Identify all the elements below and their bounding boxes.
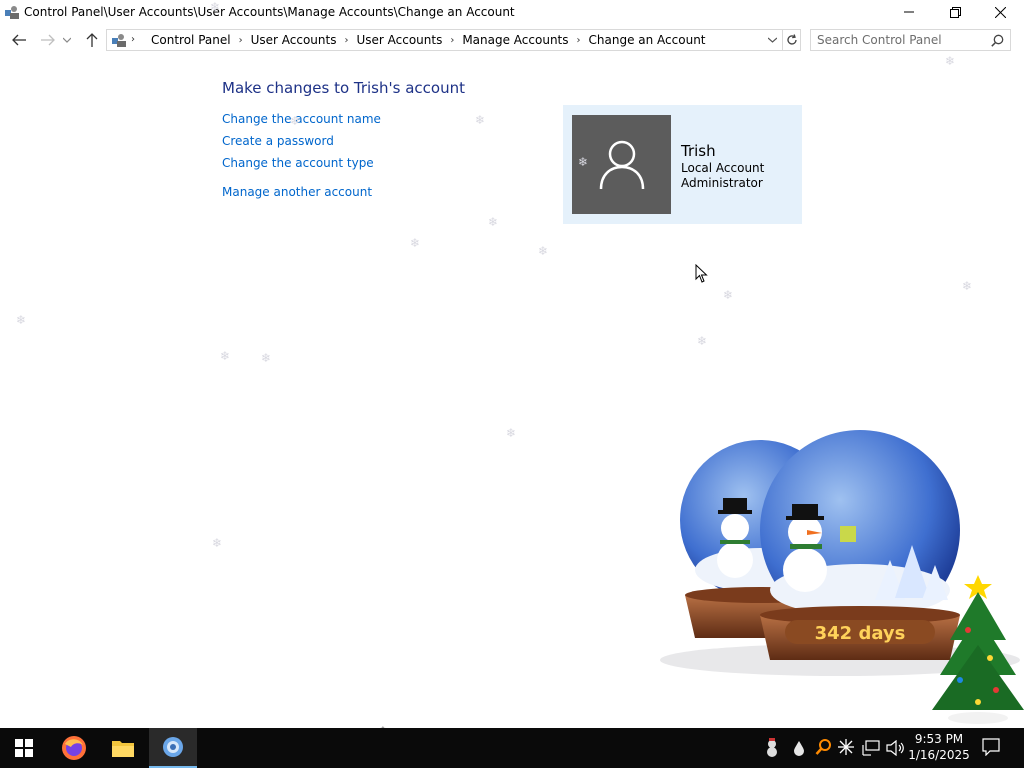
back-button[interactable] [7,27,31,53]
file-explorer-icon [112,741,134,757]
snowflake-icon: ❄ [410,236,421,250]
search-box [810,29,1011,51]
page-title: Make changes to Trish's account [222,79,465,97]
snowflake-icon: ❄ [538,244,549,258]
sparkle-icon[interactable] [838,739,854,755]
recent-locations-button[interactable] [60,27,74,53]
restore-button[interactable] [932,0,978,24]
snowflake-icon: ❄ [962,279,973,293]
clock[interactable]: 9:53 PM 1/16/2025 [903,731,975,763]
user-icon [599,140,644,189]
account-type: Local Account [681,161,765,175]
breadcrumb-separator[interactable]: › [131,34,135,45]
breadcrumb-separator[interactable]: › [573,35,585,46]
snowman-icon[interactable] [762,738,782,758]
arrow-left-icon [12,34,26,46]
snowflake-icon: ❄ [16,313,27,327]
breadcrumb-item[interactable]: Manage Accounts [458,33,572,47]
snowflake-icon: ❄ [475,113,486,127]
taskbar: 9:53 PM 1/16/2025 [0,728,1024,768]
clock-time: 9:53 PM [914,732,964,746]
close-icon [994,6,1006,18]
snowflake-icon: ❄ [261,351,272,365]
snow-globe-widget: 342 days [660,430,1024,724]
control-panel-taskbar-button[interactable] [149,728,197,768]
address-bar[interactable]: › Control Panel › User Accounts › User A… [106,29,801,51]
snowflake-icon: ❄ [506,426,517,440]
firefox-taskbar-button[interactable] [50,728,98,768]
minimize-icon [904,11,914,13]
snow-globe-front: 342 days [760,430,960,660]
volume-icon[interactable] [886,740,904,756]
navigation-bar: › Control Panel › User Accounts › User A… [0,27,1024,53]
arrow-right-icon [41,34,55,46]
search-icon[interactable] [991,34,1004,47]
arrow-up-icon [86,33,98,47]
breadcrumb-item[interactable]: User Accounts [247,33,341,47]
breadcrumb-separator[interactable]: › [446,35,458,46]
address-history-button[interactable] [764,30,780,50]
breadcrumb-separator[interactable]: › [235,35,247,46]
snowflake-icon: ❄ [290,114,301,128]
notifications-icon[interactable] [982,738,1000,756]
breadcrumb-item[interactable]: User Accounts [352,33,446,47]
clock-date: 1/16/2025 [908,748,970,762]
start-button[interactable] [0,728,48,768]
days-counter: 342 days [815,623,906,644]
snowflake-icon: ❄ [945,54,956,68]
window-title-bar: Control Panel\User Accounts\User Account… [0,0,1024,24]
snowflake-icon: ❄ [723,288,734,302]
search-tray-icon[interactable] [815,738,833,756]
water-drop-icon[interactable] [793,740,805,756]
control-panel-icon [163,737,183,757]
snowflake-icon: ❄ [697,334,708,348]
control-panel-icon [5,6,19,19]
change-account-type-link[interactable]: Change the account type [222,156,374,170]
refresh-button[interactable] [782,30,801,50]
breadcrumb-separator[interactable]: › [340,35,352,46]
account-role: Administrator [681,176,763,190]
breadcrumb-item[interactable]: Control Panel [147,33,235,47]
breadcrumb-item[interactable]: Change an Account [585,33,710,47]
snowflake-icon: ❄ [488,215,499,229]
window-title: Control Panel\User Accounts\User Account… [24,5,515,19]
chevron-down-icon [767,37,777,43]
chevron-down-icon [63,37,71,43]
breadcrumb: Control Panel › User Accounts › User Acc… [147,30,710,50]
snowflake-icon: ❄ [212,536,223,550]
minimize-button[interactable] [886,0,932,24]
start-icon [15,739,33,757]
account-name: Trish [681,142,716,160]
forward-button[interactable] [36,27,60,53]
up-button[interactable] [80,27,104,53]
snowflake-icon: ❄ [210,0,221,14]
refresh-icon [787,34,797,45]
create-password-link[interactable]: Create a password [222,134,334,148]
network-icon[interactable] [862,740,880,756]
control-panel-icon [112,34,126,47]
manage-another-account-link[interactable]: Manage another account [222,185,372,199]
firefox-icon [62,736,86,760]
search-input[interactable] [817,32,987,48]
restore-icon [949,6,961,18]
mouse-cursor-icon [695,264,708,283]
change-account-name-link[interactable]: Change the account name [222,112,381,126]
close-button[interactable] [977,0,1023,24]
snowflake-icon: ❄ [578,155,589,169]
file-explorer-taskbar-button[interactable] [99,728,147,768]
account-tile: Trish Local Account Administrator [563,105,802,224]
snowflake-icon: ❄ [220,349,231,363]
